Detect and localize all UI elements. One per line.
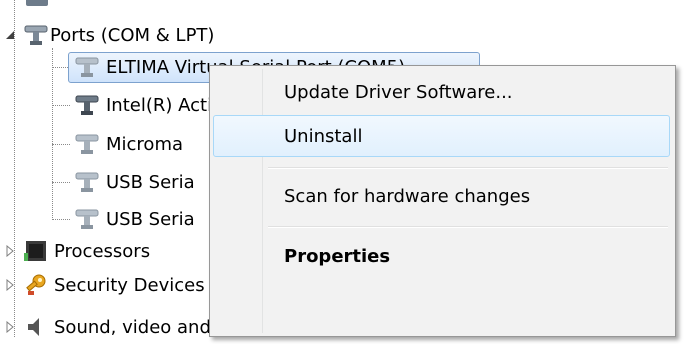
serial-port-icon <box>74 207 99 231</box>
collapsed-arrow-icon[interactable] <box>4 321 16 333</box>
serial-port-icon <box>74 93 99 117</box>
tree-connector-line <box>52 105 70 106</box>
tree-item-microma-port[interactable]: Microma <box>74 129 183 159</box>
tree-connector-line <box>52 219 70 220</box>
menu-item-label: Uninstall <box>284 125 363 147</box>
tree-item-ports[interactable]: Ports (COM & LPT) <box>2 20 214 50</box>
speaker-icon <box>24 315 48 339</box>
serial-port-icon <box>74 55 99 79</box>
serial-port-icon <box>74 170 99 194</box>
menu-item-label: Properties <box>284 245 391 267</box>
tree-item-usb-serial-port[interactable]: USB Seria <box>74 204 195 234</box>
tree-item-usb-serial-port[interactable]: USB Seria <box>74 167 195 197</box>
context-menu: Update Driver Software... Uninstall Scan… <box>209 65 676 337</box>
partial-device-icon <box>26 0 48 6</box>
menu-item-label: Scan for hardware changes <box>284 185 531 207</box>
tree-item-label: Ports (COM & LPT) <box>50 24 215 46</box>
collapsed-arrow-icon[interactable] <box>4 245 16 257</box>
key-icon <box>24 273 48 297</box>
menu-item-scan-hardware[interactable]: Scan for hardware changes <box>214 176 669 216</box>
tree-item-label: USB Seria <box>106 171 195 193</box>
tree-item-label: Processors <box>54 240 151 262</box>
tree-item-label: USB Seria <box>106 208 195 230</box>
tree-item-security-devices[interactable]: Security Devices <box>2 270 205 300</box>
tree-connector-line <box>52 144 70 145</box>
processor-chip-icon <box>24 239 48 263</box>
tree-item-label: Microma <box>106 133 184 155</box>
tree-item-processors[interactable]: Processors <box>2 236 150 266</box>
menu-separator <box>268 167 668 169</box>
tree-connector-line <box>52 182 70 183</box>
menu-item-uninstall[interactable]: Uninstall <box>213 115 670 157</box>
menu-item-properties[interactable]: Properties <box>214 236 669 276</box>
collapsed-arrow-icon[interactable] <box>4 279 16 291</box>
expanded-arrow-icon[interactable] <box>4 29 16 41</box>
tree-connector-line <box>52 48 53 220</box>
menu-item-label: Update Driver Software... <box>284 81 513 103</box>
menu-separator <box>268 226 668 228</box>
serial-port-icon <box>74 132 99 156</box>
tree-item-label: Security Devices <box>54 274 205 296</box>
menu-item-update-driver[interactable]: Update Driver Software... <box>214 72 669 112</box>
serial-port-icon <box>22 23 48 47</box>
